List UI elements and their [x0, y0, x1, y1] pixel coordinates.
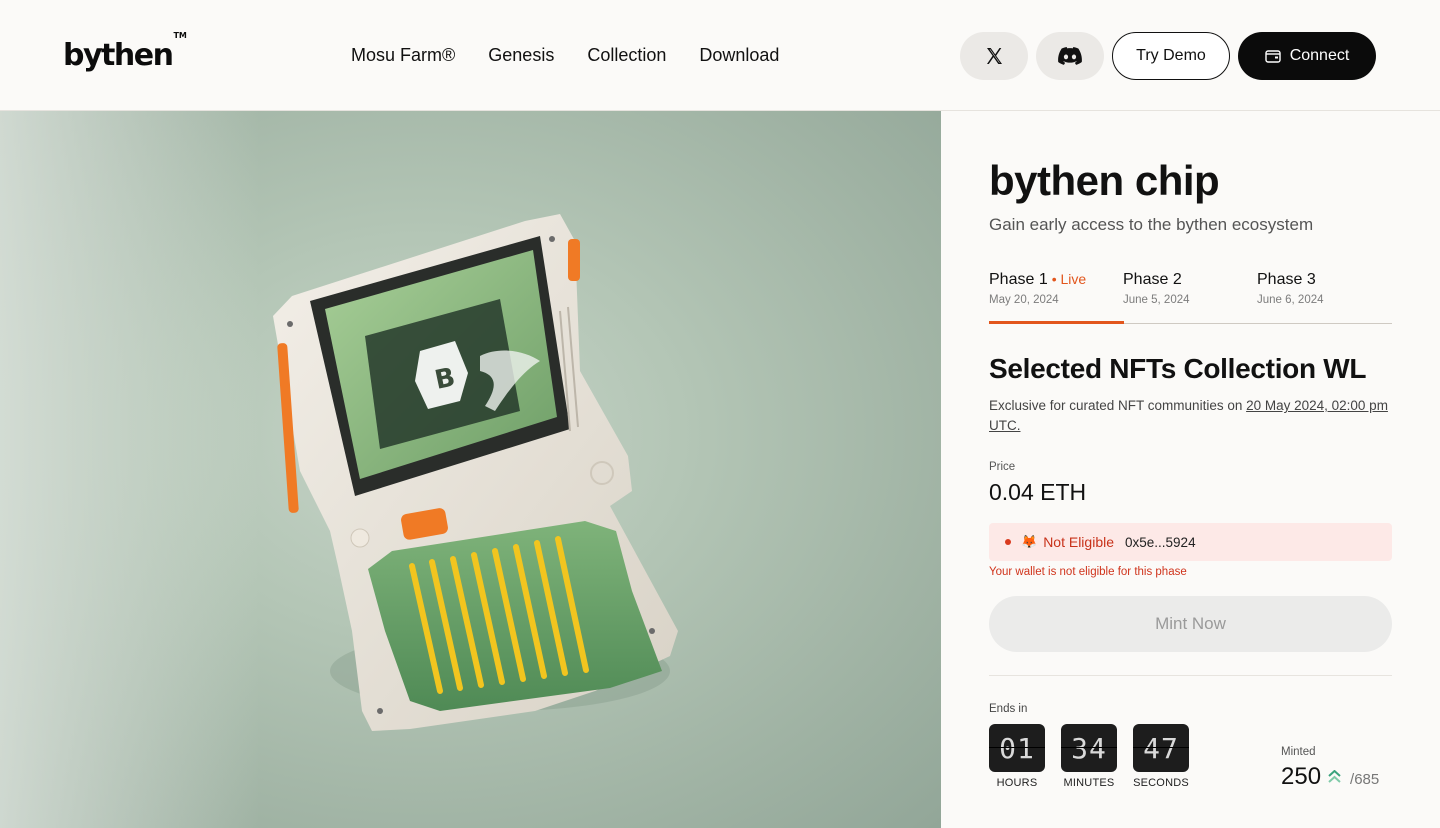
discord-button[interactable]: [1036, 32, 1104, 80]
phase-2-date: June 5, 2024: [1123, 294, 1190, 306]
tab-phase-1[interactable]: Phase 1 • Live May 20, 2024: [989, 271, 1086, 306]
wallet-address: 0x5e...5924: [1125, 534, 1196, 550]
connect-label: Connect: [1289, 47, 1350, 64]
phase-2-name: Phase 2: [1123, 271, 1182, 288]
phase-heading: Selected NFTs Collection WL: [989, 353, 1367, 384]
product-hero-image: B: [0, 111, 941, 828]
phase-1-name: Phase 1: [989, 271, 1048, 288]
mint-now-button[interactable]: Mint Now: [989, 596, 1392, 652]
bythen-logo[interactable]: bythenTM: [63, 31, 187, 73]
active-tab-indicator: [989, 321, 1124, 324]
seconds-label: SECONDS: [1133, 777, 1189, 789]
phase-3-date: June 6, 2024: [1257, 294, 1324, 306]
product-title: bythen chip: [989, 157, 1220, 204]
phase-3-name: Phase 3: [1257, 271, 1316, 288]
connect-button[interactable]: Connect: [1238, 32, 1376, 80]
wallet-icon: [1265, 50, 1281, 63]
status-dot-icon: [1005, 539, 1011, 545]
divider: [989, 675, 1392, 676]
nav-genesis[interactable]: Genesis: [488, 45, 554, 66]
phase-description-text: Exclusive for curated NFT communities on: [989, 398, 1247, 413]
minted-counter: 250 /685: [1281, 763, 1379, 791]
countdown-seconds: 47 SECONDS: [1133, 724, 1189, 789]
countdown-hours: 01 HOURS: [989, 724, 1045, 789]
mint-panel: bythen chip Gain early access to the byt…: [941, 111, 1440, 828]
minutes-label: MINUTES: [1063, 777, 1115, 789]
price-value: 0.04 ETH: [989, 479, 1087, 505]
eligibility-banner: 🦊 Not Eligible 0x5e...5924: [989, 523, 1392, 561]
phase-description: Exclusive for curated NFT communities on…: [989, 396, 1389, 436]
countdown-minutes: 34 MINUTES: [1061, 724, 1117, 789]
eligibility-message: Your wallet is not eligible for this pha…: [989, 566, 1187, 578]
bythen-chip-device-illustration: B: [273, 214, 678, 731]
hours-label: HOURS: [996, 777, 1038, 789]
price-label: Price: [989, 461, 1016, 473]
minutes-value: 34: [1061, 724, 1117, 772]
x-icon: [987, 48, 1002, 64]
discord-icon: [1058, 47, 1082, 65]
nav-download[interactable]: Download: [699, 45, 779, 66]
product-subtitle: Gain early access to the bythen ecosyste…: [989, 215, 1314, 234]
minted-count: 250: [1281, 763, 1322, 790]
main-nav: Mosu Farm® Genesis Collection Download: [351, 45, 812, 66]
seconds-value: 47: [1133, 724, 1189, 772]
tab-phase-3[interactable]: Phase 3 June 6, 2024: [1257, 271, 1324, 306]
live-badge: • Live: [1051, 271, 1087, 287]
nav-mosu-farm[interactable]: Mosu Farm®: [351, 45, 455, 66]
metamask-fox-icon: 🦊: [1021, 534, 1038, 549]
try-demo-button[interactable]: Try Demo: [1112, 32, 1230, 80]
phase-tabs: Phase 1 • Live May 20, 2024 Phase 2 June …: [989, 271, 1392, 324]
hours-value: 01: [989, 724, 1045, 772]
nav-collection[interactable]: Collection: [587, 45, 666, 66]
phase-1-date: May 20, 2024: [989, 294, 1059, 306]
site-header: bythenTM Mosu Farm® Genesis Collection D…: [0, 0, 1440, 111]
minted-total: /685: [1350, 771, 1380, 788]
eligibility-status: Not Eligible: [1043, 534, 1115, 550]
ends-in-label: Ends in: [989, 703, 1028, 715]
double-chevron-up-icon: [1328, 770, 1341, 783]
tab-phase-2[interactable]: Phase 2 June 5, 2024: [1123, 271, 1190, 306]
x-twitter-button[interactable]: [960, 32, 1028, 80]
minted-label: Minted: [1281, 746, 1316, 758]
